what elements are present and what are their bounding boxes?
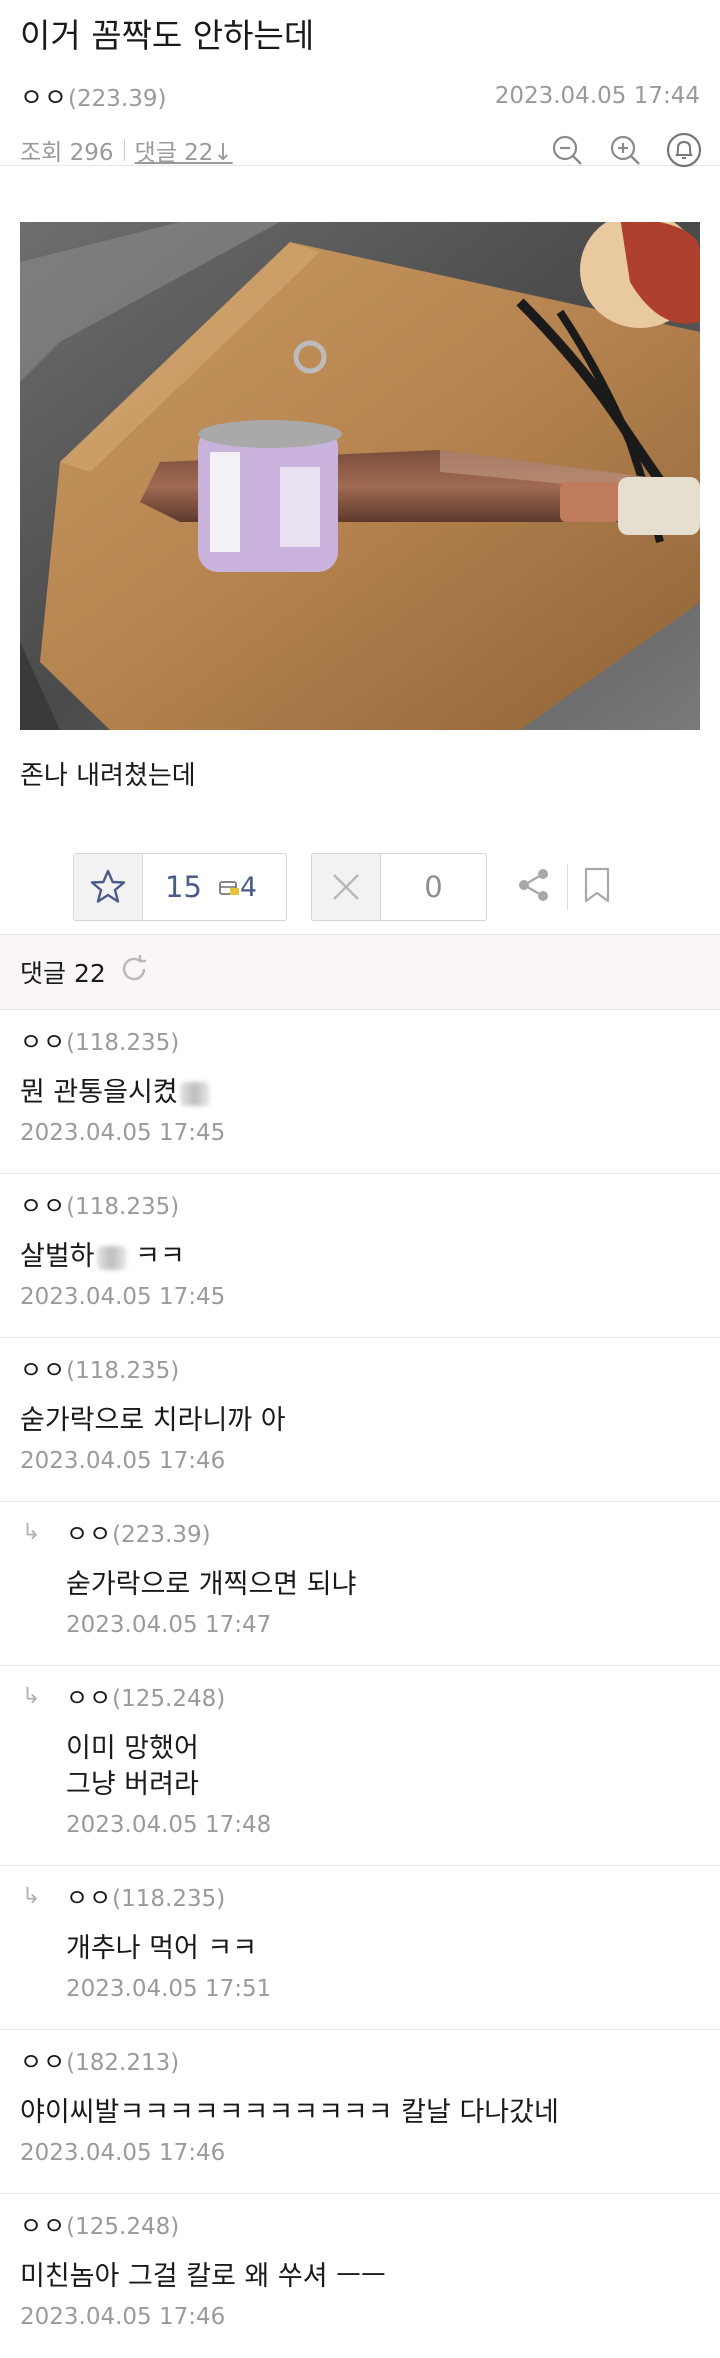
comment-time: 2023.04.05 17:51 xyxy=(66,1976,272,2002)
comment-author[interactable]: ㅇㅇ(182.213) xyxy=(20,2044,700,2081)
post-actions: 15 4 0 xyxy=(73,852,720,922)
comment-author[interactable]: ㅇㅇ(118.235) xyxy=(20,1024,700,1061)
comment-text: 미친놈아 그걸 칼로 왜 쑤셔 ㅡㅡ xyxy=(20,2261,386,2292)
upvote-count: 15 xyxy=(165,870,202,904)
post-author[interactable]: ㅇㅇ(223.39) xyxy=(20,78,166,114)
comment-author[interactable]: ㅇㅇ(118.235) xyxy=(20,1188,700,1225)
comment-text: 개추나 먹어 ㅋㅋ xyxy=(66,1933,258,1964)
comments-jump-link[interactable]: 댓글 22↓ xyxy=(135,133,233,167)
comment-time: 2023.04.05 17:46 xyxy=(20,1448,226,1474)
comment-time: 2023.04.05 17:46 xyxy=(20,2140,226,2166)
author-nickname[interactable]: ㅇㅇ xyxy=(20,83,68,112)
comment-list: ㅇㅇ(118.235) 뭔 관통을시켰 2023.04.05 17:45 ㅇㅇ(… xyxy=(0,1010,720,2358)
downvote-count: 0 xyxy=(424,870,443,904)
comment-author[interactable]: ㅇㅇ(118.235) xyxy=(66,1880,700,1917)
comment-item: ㅇㅇ(118.235) 뭔 관통을시켰 2023.04.05 17:45 xyxy=(0,1010,720,1174)
comment-time: 2023.04.05 17:46 xyxy=(20,2304,226,2330)
post-body: 존나 내려쳤는데 xyxy=(20,761,196,791)
post-tools xyxy=(550,132,702,168)
downvote-button[interactable]: 0 xyxy=(311,853,487,921)
gift-icon xyxy=(219,881,239,895)
reply-item: ↳ ㅇㅇ(125.248) 이미 망했어 그냥 버려라 2023.04.05 1… xyxy=(0,1666,720,1866)
reply-item: ↳ ㅇㅇ(223.39) 숟가락으로 개찍으면 되냐 2023.04.05 17… xyxy=(0,1502,720,1666)
reply-arrow-icon: ↳ xyxy=(22,1884,41,1909)
comments-count-label: 댓글 22 xyxy=(20,959,106,988)
bookmark-icon[interactable] xyxy=(582,866,612,908)
post-image[interactable] xyxy=(20,222,700,730)
refresh-icon[interactable] xyxy=(118,953,150,991)
close-icon xyxy=(312,854,381,920)
comments-header: 댓글 22 xyxy=(0,934,720,1010)
post-datetime: 2023.04.05 17:44 xyxy=(494,83,700,109)
post-meta: ㅇㅇ(223.39) 2023.04.05 17:44 xyxy=(20,78,700,114)
comment-item: ㅇㅇ(118.235) 살벌하 ㅋㅋ 2023.04.05 17:45 xyxy=(0,1174,720,1338)
comment-text: 숟가락으로 치라니까 아 xyxy=(20,1405,286,1436)
comment-text: 뭔 관통을시켰 xyxy=(20,1075,700,1111)
reply-arrow-icon: ↳ xyxy=(22,1684,41,1709)
divider xyxy=(567,864,568,910)
comment-item: ㅇㅇ(125.248) 미친놈아 그걸 칼로 왜 쑤셔 ㅡㅡ 2023.04.0… xyxy=(0,2194,720,2358)
post-stats: 조회 296 댓글 22↓ xyxy=(20,132,702,168)
comment-author[interactable]: ㅇㅇ(118.235) xyxy=(20,1352,700,1389)
share-icon[interactable] xyxy=(515,866,553,908)
blurred-text xyxy=(179,1081,210,1106)
comment-text: 야이씨발ㅋㅋㅋㅋㅋㅋㅋㅋㅋㅋㅋ 칼날 다나갔네 xyxy=(20,2097,559,2128)
comment-time: 2023.04.05 17:45 xyxy=(20,1120,226,1146)
reply-item: ↳ ㅇㅇ(118.235) 개추나 먹어 ㅋㅋ 2023.04.05 17:51 xyxy=(0,1866,720,2030)
comment-author[interactable]: ㅇㅇ(125.248) xyxy=(20,2208,700,2245)
view-count: 조회 296 xyxy=(20,140,114,166)
star-icon xyxy=(74,854,143,920)
author-ip: (223.39) xyxy=(68,86,167,112)
zoom-in-icon[interactable] xyxy=(608,133,642,167)
comment-text: 살벌하 ㅋㅋ xyxy=(20,1241,185,1272)
post-title: 이거 꼼짝도 안하는데 xyxy=(20,16,315,55)
upvote-button[interactable]: 15 4 xyxy=(73,853,287,921)
comment-author[interactable]: ㅇㅇ(125.248) xyxy=(66,1680,700,1717)
comment-item: ㅇㅇ(118.235) 숟가락으로 치라니까 아 2023.04.05 17:4… xyxy=(0,1338,720,1502)
blurred-text xyxy=(96,1245,127,1270)
fixed-upvote: 4 xyxy=(218,872,257,903)
comment-text: 숟가락으로 개찍으면 되냐 xyxy=(66,1569,357,1600)
comment-time: 2023.04.05 17:48 xyxy=(66,1812,272,1838)
bell-icon[interactable] xyxy=(666,132,702,168)
comment-time: 2023.04.05 17:45 xyxy=(20,1284,226,1310)
reply-arrow-icon: ↳ xyxy=(22,1520,41,1545)
comment-text: 이미 망했어 그냥 버려라 xyxy=(66,1733,199,1800)
zoom-out-icon[interactable] xyxy=(550,133,584,167)
comment-author[interactable]: ㅇㅇ(223.39) xyxy=(66,1516,700,1553)
divider xyxy=(123,139,125,161)
fixed-upvote-count: 4 xyxy=(239,871,258,903)
comment-item: ㅇㅇ(182.213) 야이씨발ㅋㅋㅋㅋㅋㅋㅋㅋㅋㅋㅋ 칼날 다나갔네 2023… xyxy=(0,2030,720,2194)
post-header: 이거 꼼짝도 안하는데 ㅇㅇ(223.39) 2023.04.05 17:44 … xyxy=(0,0,720,168)
comment-time: 2023.04.05 17:47 xyxy=(66,1612,272,1638)
